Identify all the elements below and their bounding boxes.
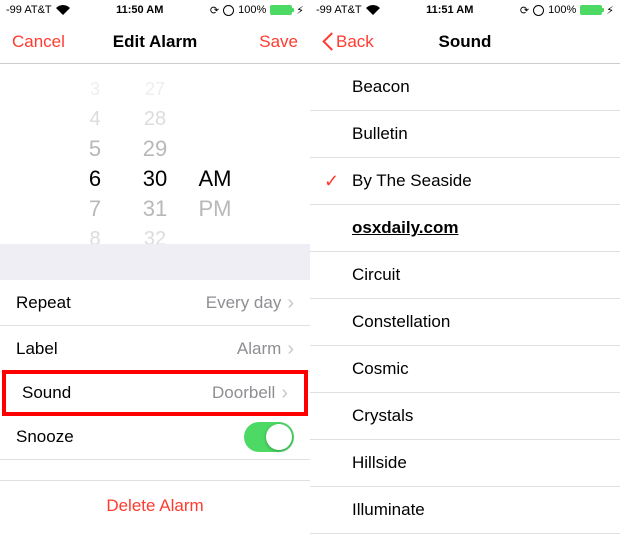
repeat-row[interactable]: Repeat Every day › [0, 280, 310, 326]
picker-minute[interactable]: 31 [143, 194, 167, 224]
picker-minute[interactable]: 29 [143, 134, 167, 164]
hour-column[interactable]: 3 4 5 6 7 8 [65, 74, 125, 244]
rotation-lock-icon: ⟳ [520, 4, 529, 17]
picker-minute[interactable]: 27 [145, 74, 165, 104]
wifi-icon [56, 5, 70, 15]
chevron-left-icon [322, 32, 334, 52]
sound-item[interactable]: Cosmic [310, 346, 620, 393]
sound-row[interactable]: Sound Doorbell › [2, 370, 308, 416]
snooze-label: Snooze [16, 427, 74, 447]
alarm-icon [223, 5, 234, 16]
picker-period-am[interactable]: AM [199, 164, 232, 194]
battery-icon [270, 5, 292, 15]
chevron-right-icon: › [287, 339, 294, 359]
sound-item[interactable]: Circuit [310, 252, 620, 299]
nav-title: Edit Alarm [113, 32, 197, 52]
wifi-icon [366, 5, 380, 15]
cancel-button[interactable]: Cancel [12, 32, 72, 52]
sound-item[interactable]: Bulletin [310, 111, 620, 158]
battery-icon [580, 5, 602, 15]
settings-list: Repeat Every day › Label Alarm › Sound D… [0, 280, 310, 460]
sound-item[interactable]: Illuminate [310, 487, 620, 534]
picker-minute[interactable]: 32 [144, 224, 166, 244]
carrier-text: -99 AT&T [6, 4, 52, 16]
period-column[interactable]: AM PM [185, 74, 245, 244]
chevron-right-icon: › [287, 293, 294, 313]
sound-item[interactable]: Night Owl [310, 534, 620, 550]
status-time: 11:50 AM [116, 4, 163, 16]
label-row[interactable]: Label Alarm › [0, 326, 310, 372]
nav-title: Sound [439, 32, 492, 52]
battery-percent: 100% [238, 4, 266, 16]
chevron-right-icon: › [281, 383, 288, 403]
time-picker[interactable]: 3 4 5 6 7 8 27 28 29 30 31 32 AM PM [0, 64, 310, 244]
picker-period-pm[interactable]: PM [199, 194, 232, 224]
delete-alarm-button[interactable]: Delete Alarm [0, 480, 310, 530]
label-label: Label [16, 339, 58, 359]
status-bar: -99 AT&T 11:50 AM ⟳ 100% ⚡︎ [0, 0, 310, 20]
save-button[interactable]: Save [238, 32, 298, 52]
screen-sound: -99 AT&T 11:51 AM ⟳ 100% ⚡︎ Back Sound B… [310, 0, 620, 550]
picker-hour-selected[interactable]: 6 [89, 164, 101, 194]
carrier-text: -99 AT&T [316, 4, 362, 16]
sound-item[interactable]: Crystals [310, 393, 620, 440]
screen-edit-alarm: -99 AT&T 11:50 AM ⟳ 100% ⚡︎ Cancel Edit … [0, 0, 310, 550]
sound-item[interactable]: Hillside [310, 440, 620, 487]
sound-item[interactable]: osxdaily.com [310, 205, 620, 252]
alarm-icon [533, 5, 544, 16]
repeat-label: Repeat [16, 293, 71, 313]
nav-bar: Cancel Edit Alarm Save [0, 20, 310, 64]
picker-hour[interactable]: 5 [89, 134, 101, 164]
picker-minute-selected[interactable]: 30 [143, 164, 167, 194]
snooze-row: Snooze [0, 414, 310, 460]
picker-hour[interactable]: 3 [90, 74, 100, 104]
picker-hour[interactable]: 8 [89, 224, 100, 244]
picker-minute[interactable]: 28 [144, 104, 166, 134]
picker-hour[interactable]: 7 [89, 194, 101, 224]
status-time: 11:51 AM [426, 4, 473, 16]
back-label: Back [336, 32, 374, 52]
charging-icon: ⚡︎ [606, 4, 614, 17]
sound-list[interactable]: BeaconBulletinBy The Seasideosxdaily.com… [310, 64, 620, 550]
charging-icon: ⚡︎ [296, 4, 304, 17]
nav-bar: Back Sound [310, 20, 620, 64]
repeat-value: Every day [206, 293, 282, 313]
picker-hour[interactable]: 4 [89, 104, 100, 134]
sound-item[interactable]: By The Seaside [310, 158, 620, 205]
back-button[interactable]: Back [322, 32, 382, 52]
sound-item[interactable]: Beacon [310, 64, 620, 111]
label-value: Alarm [237, 339, 281, 359]
battery-percent: 100% [548, 4, 576, 16]
snooze-toggle[interactable] [244, 422, 294, 452]
sound-value: Doorbell [212, 383, 275, 403]
rotation-lock-icon: ⟳ [210, 4, 219, 17]
minute-column[interactable]: 27 28 29 30 31 32 [125, 74, 185, 244]
status-bar: -99 AT&T 11:51 AM ⟳ 100% ⚡︎ [310, 0, 620, 20]
sound-label: Sound [22, 383, 71, 403]
section-spacer [0, 244, 310, 280]
sound-item[interactable]: Constellation [310, 299, 620, 346]
